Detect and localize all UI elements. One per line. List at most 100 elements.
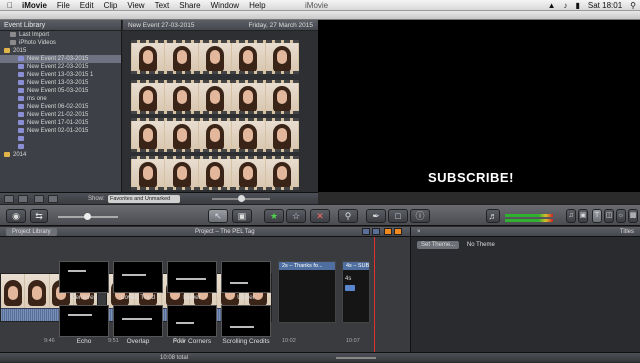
library-year[interactable]: 2014 [0, 151, 121, 159]
event-icon [18, 127, 24, 133]
event-list-view-button[interactable] [18, 195, 28, 203]
playhead[interactable] [374, 237, 375, 352]
show-filter-select[interactable]: Favorites and Unmarked [108, 195, 180, 203]
event-clip[interactable] [131, 40, 299, 74]
select-tool-icon[interactable]: ▣ [232, 209, 252, 223]
project-view-filmstrip-icon[interactable] [372, 228, 380, 235]
menu-file[interactable]: File [57, 1, 70, 10]
library-event[interactable]: New Event 22-03-2015 [0, 63, 121, 71]
event-library-list: Last Import iPhoto Videos 2015 New Event 27… [0, 31, 121, 159]
menu-help[interactable]: Help [249, 1, 265, 10]
timeline-zoom-slider[interactable] [336, 357, 376, 359]
crop-icon[interactable]: □ [388, 209, 408, 223]
event-icon [18, 119, 24, 125]
menu-edit[interactable]: Edit [80, 1, 94, 10]
event-icon [18, 71, 24, 77]
project-header: Project Library Project – The PEL Tag [0, 227, 410, 237]
library-event[interactable]: iPhoto Videos [0, 39, 121, 47]
folder-icon [4, 47, 10, 53]
library-event[interactable]: New Event 27-03-2015 [0, 55, 121, 63]
title-clip-settings-icon[interactable] [345, 285, 355, 291]
favorite-star-icon[interactable]: ★ [264, 209, 284, 223]
project-view-grid-icon[interactable] [362, 228, 370, 235]
library-event[interactable]: New Event 05-03-2015 [0, 87, 121, 95]
title-style-tile[interactable] [167, 305, 217, 337]
show-event-library-button[interactable] [4, 195, 14, 203]
event-clip[interactable] [131, 80, 299, 114]
toolbar: ◉ ⇆ ↖ ▣ ★ ☆ ✕ ⚲ ✒ □ ⓘ ♬ ♫ ▣ T ◫ ☼ ▩ [0, 204, 640, 226]
clock[interactable]: Sat 18:01 [588, 1, 622, 10]
play-icon[interactable] [34, 195, 44, 203]
zoom-knob[interactable] [84, 213, 91, 220]
title-style-tile[interactable] [113, 261, 163, 293]
title-style-label: Scrolling Credits [222, 338, 270, 345]
thumbnail-size-knob[interactable] [238, 195, 245, 202]
menu-share[interactable]: Share [179, 1, 200, 10]
title-preview-text [68, 270, 86, 272]
title-clip[interactable]: 4s – SUBSCRIBE! 4s [342, 261, 370, 323]
title-style-label: Upper [237, 294, 255, 301]
title-style-tile[interactable] [221, 305, 271, 337]
title-style-tile[interactable] [113, 305, 163, 337]
event-icon [18, 95, 24, 101]
battery-icon[interactable]: ▮ [575, 1, 579, 10]
library-event[interactable]: New Event 13-03-2015 [0, 79, 121, 87]
titles-header: × Titles [411, 227, 640, 237]
library-event[interactable] [0, 143, 121, 151]
titles-browser-icon[interactable]: T [592, 209, 602, 223]
wifi-icon[interactable]: ▲ [548, 1, 556, 10]
arrow-tool-icon[interactable]: ↖ [208, 209, 228, 223]
event-clip[interactable] [131, 156, 299, 190]
spotlight-icon[interactable]: ⚲ [630, 1, 636, 10]
menu-imovie[interactable]: iMovie [22, 1, 47, 10]
event-clip[interactable] [131, 118, 299, 152]
dropper-icon[interactable]: ✒ [366, 209, 386, 223]
maps-browser-icon[interactable]: ☼ [616, 209, 626, 223]
menu-view[interactable]: View [127, 1, 144, 10]
library-year[interactable]: 2015 [0, 47, 121, 55]
event-icon [18, 79, 24, 85]
menu-text[interactable]: Text [155, 1, 170, 10]
photo-browser-icon[interactable]: ▣ [578, 209, 588, 223]
camera-import-icon[interactable]: ◉ [6, 209, 26, 223]
set-theme-button[interactable]: Set Theme... [417, 241, 460, 249]
titles-title: Titles [619, 229, 634, 235]
library-event[interactable]: New Event 21-02-2015 [0, 111, 121, 119]
library-event[interactable] [0, 135, 121, 143]
menu-clip[interactable]: Clip [104, 1, 118, 10]
play-fullscreen-icon[interactable] [48, 195, 58, 203]
title-style-tile[interactable] [167, 261, 217, 293]
title-style-tile[interactable] [221, 261, 271, 293]
library-event[interactable]: New Event 17-01-2015 [0, 119, 121, 127]
library-event[interactable]: Last Import [0, 31, 121, 39]
backgrounds-browser-icon[interactable]: ▩ [628, 209, 638, 223]
title-preview-text [230, 282, 248, 284]
transitions-browser-icon[interactable]: ◫ [604, 209, 614, 223]
apple-menu-icon[interactable]:  [6, 1, 14, 10]
event-icon [18, 63, 24, 69]
title-clip-duration: 4s [345, 276, 352, 282]
library-event[interactable]: New Event 06-02-2015 [0, 103, 121, 111]
volume-icon[interactable]: ♪ [563, 1, 567, 10]
reject-icon[interactable]: ✕ [310, 209, 330, 223]
title-clip[interactable]: 2s – Thanks fo... [278, 261, 336, 323]
swap-icon[interactable]: ⇆ [30, 209, 48, 223]
show-label: Show: [88, 196, 105, 202]
event-icon [18, 143, 24, 149]
unmark-star-icon[interactable]: ☆ [286, 209, 306, 223]
library-event[interactable]: New Event 13-03-2015 1 [0, 71, 121, 79]
close-icon[interactable]: × [417, 227, 421, 237]
info-icon[interactable]: ⓘ [410, 209, 430, 223]
keyword-icon[interactable]: ⚲ [338, 209, 358, 223]
library-event[interactable]: New Event 02-01-2015 [0, 127, 121, 135]
audio-icon[interactable]: ♬ [486, 209, 500, 223]
project-view-b-icon[interactable] [394, 228, 402, 235]
title-style-tile[interactable] [59, 261, 109, 293]
library-event[interactable]: ms one [0, 95, 121, 103]
menu-bar:  iMovie File Edit Clip View Text Share … [0, 0, 640, 11]
project-library-button[interactable]: Project Library [6, 228, 57, 236]
music-browser-icon[interactable]: ♫ [566, 209, 576, 223]
menu-window[interactable]: Window [211, 1, 239, 10]
title-style-tile[interactable] [59, 305, 109, 337]
project-view-a-icon[interactable] [384, 228, 392, 235]
